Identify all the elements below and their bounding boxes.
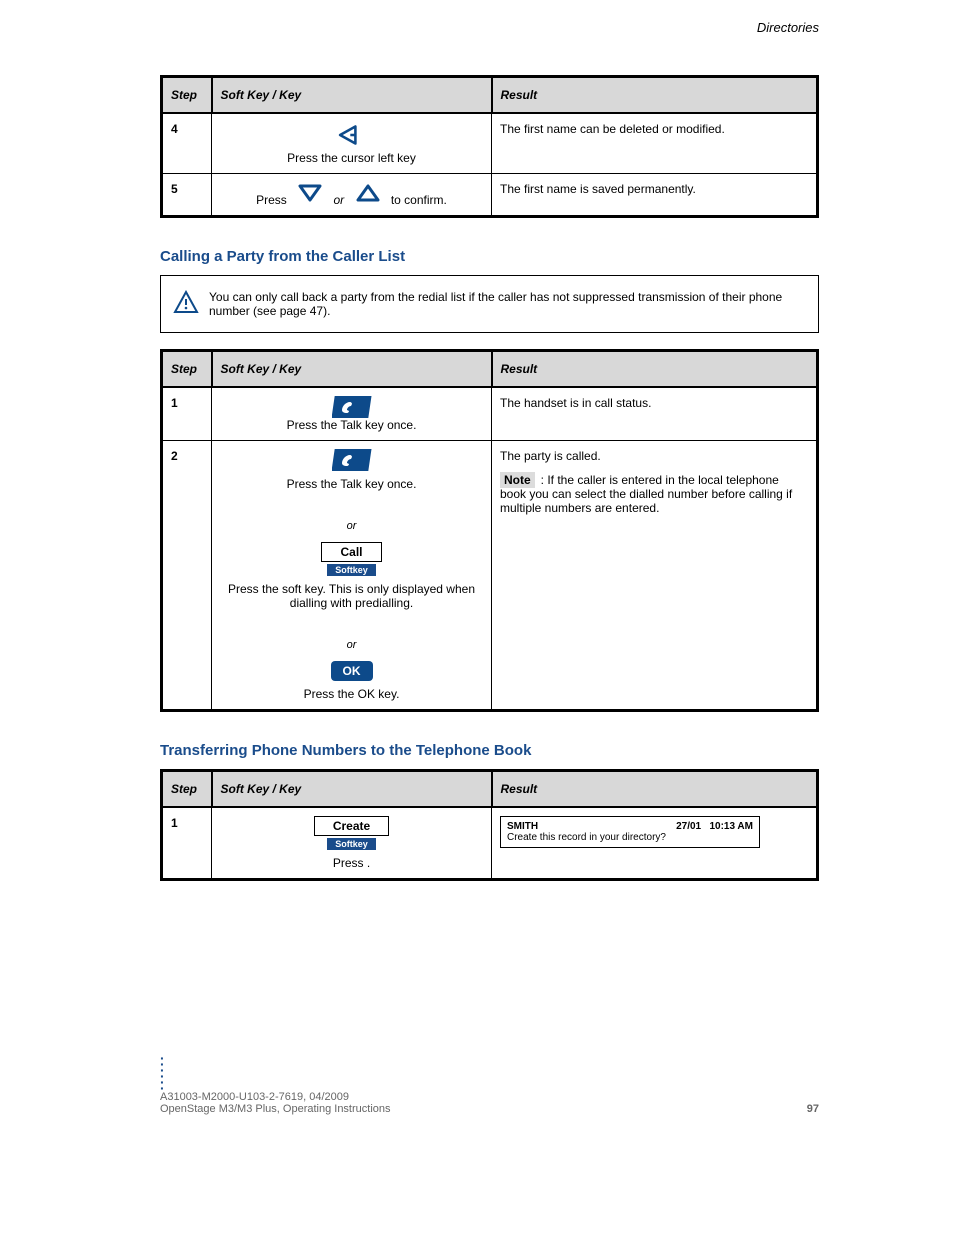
ok-button[interactable]: OK: [331, 661, 373, 681]
nav-up-icon: [348, 193, 391, 207]
table-row: 2 Press the Talk key once. or Call Softk…: [162, 441, 818, 711]
note-tag: Note: [500, 472, 535, 488]
col-result: Result: [492, 771, 818, 808]
transfer-table: Step Soft Key / Key Result 1 Create Soft…: [160, 769, 819, 881]
col-key: Soft Key / Key: [212, 77, 492, 114]
table-row: 5 Press or to confirm. The first name is…: [162, 174, 818, 217]
nav-down-icon: [290, 193, 333, 207]
section-heading-transfer: Transferring Phone Numbers to the Teleph…: [160, 742, 819, 759]
call-softkey[interactable]: Call: [321, 542, 381, 562]
key-cell: Create Softkey Press .: [212, 807, 492, 880]
key-instruction: Press the Talk key once.: [287, 477, 417, 491]
step-number: 1: [162, 807, 212, 880]
note-text: You can only call back a party from the …: [209, 290, 806, 318]
table-row: 1 Press the Talk key once. The handset i…: [162, 387, 818, 441]
footer-dots-icon: ······: [160, 1055, 391, 1091]
or-text: or: [347, 639, 357, 651]
key-prefix: Press: [256, 193, 290, 207]
result-cell: The first name can be deleted or modifie…: [492, 113, 818, 174]
col-result: Result: [492, 351, 818, 388]
result-cell: The handset is in call status.: [492, 387, 818, 441]
create-softkey[interactable]: Create: [314, 816, 389, 836]
key-cell: Press or to confirm.: [212, 174, 492, 217]
step-number: 4: [162, 113, 212, 174]
key-suffix: to confirm.: [391, 193, 447, 207]
talk-key-icon: [332, 449, 372, 471]
col-step: Step: [162, 351, 212, 388]
step-number: 2: [162, 441, 212, 711]
step-number: 1: [162, 387, 212, 441]
talk-key-icon: [332, 396, 372, 418]
result-cell: SMITH 27/01 10:13 AM Create this record …: [492, 807, 818, 880]
callback-note-box: You can only call back a party from the …: [160, 275, 819, 333]
screen-message: Create this record in your directory?: [507, 832, 753, 843]
key-instruction: Press the Talk key once.: [287, 418, 417, 432]
screen-time: 10:13 AM: [709, 821, 753, 832]
note-body: : If the caller is entered in the local …: [500, 473, 792, 515]
step-number: 5: [162, 174, 212, 217]
phone-screen: SMITH 27/01 10:13 AM Create this record …: [500, 816, 760, 848]
page-footer: ······ A31003-M2000-U103-2-7619, 04/2009…: [160, 1055, 819, 1115]
col-key: Soft Key / Key: [212, 771, 492, 808]
col-step: Step: [162, 771, 212, 808]
or-text: or: [333, 193, 347, 207]
key-instruction: Press the soft key. This is only display…: [220, 582, 483, 610]
key-instruction: Press .: [333, 856, 370, 870]
calling-table: Step Soft Key / Key Result 1 Press the T…: [160, 349, 819, 712]
key-instruction: Press the OK key.: [304, 687, 400, 701]
screen-date: 27/01: [676, 821, 701, 832]
table-row: 1 Create Softkey Press . SMITH 27/01 10:…: [162, 807, 818, 880]
key-cell: Press the Talk key once.: [212, 387, 492, 441]
key-cell: Press the cursor left key: [212, 113, 492, 174]
result-cell: The first name is saved permanently.: [492, 174, 818, 217]
screen-name: SMITH: [507, 821, 538, 832]
page-number: 97: [807, 1103, 819, 1115]
page-header-title: Directories: [160, 20, 819, 35]
col-result: Result: [492, 77, 818, 114]
table-row: 4 Press the cursor left key The first na…: [162, 113, 818, 174]
softkey-badge: Softkey: [327, 838, 376, 850]
result-cell: The party is called. Note: If the caller…: [492, 441, 818, 711]
col-step: Step: [162, 77, 212, 114]
softkey-badge: Softkey: [327, 564, 376, 576]
footer-product: OpenStage M3/M3 Plus, Operating Instruct…: [160, 1103, 391, 1115]
warning-icon: [173, 290, 199, 317]
cursor-left-icon: [335, 137, 369, 151]
or-text: or: [347, 520, 357, 532]
edit-name-table: Step Soft Key / Key Result 4 Press the c…: [160, 75, 819, 218]
col-key: Soft Key / Key: [212, 351, 492, 388]
section-heading-calling: Calling a Party from the Caller List: [160, 248, 819, 265]
result-text: The party is called.: [500, 449, 808, 463]
key-cell: Press the Talk key once. or Call Softkey…: [212, 441, 492, 711]
footer-doc: A31003-M2000-U103-2-7619, 04/2009: [160, 1091, 391, 1103]
key-instruction: Press the cursor left key: [287, 151, 416, 165]
